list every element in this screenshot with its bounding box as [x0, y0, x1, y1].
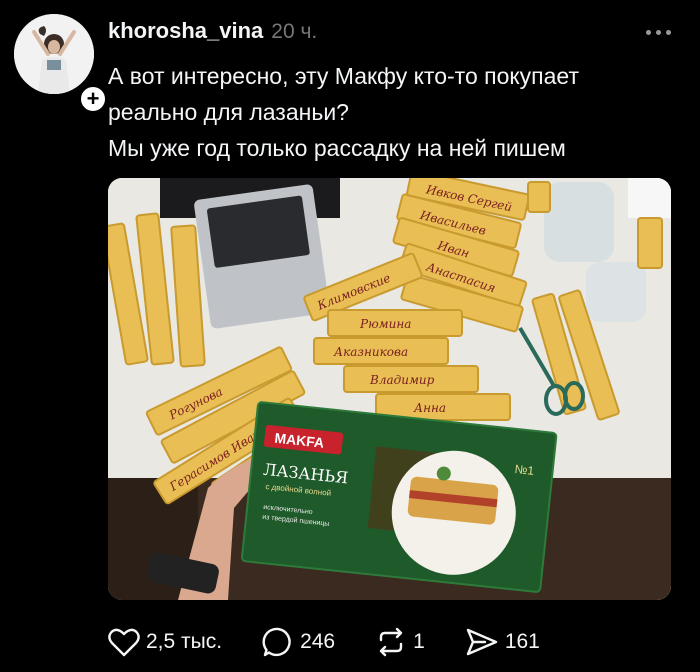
photo-label: Рюмина	[359, 317, 411, 331]
comment-button[interactable]: 246	[262, 626, 335, 658]
share-send-icon	[466, 628, 498, 656]
heart-icon	[108, 628, 140, 657]
share-count: 161	[504, 630, 540, 653]
repost-icon	[379, 627, 403, 657]
post-text-line: А вот интересно, эту Макфу кто-то покупа…	[108, 63, 579, 89]
photo-label: Анна	[413, 401, 446, 415]
comment-icon	[262, 627, 291, 657]
post-header: khorosha_vina 20 ч.	[108, 18, 317, 44]
post-text-line: реально для лазаньи?	[108, 99, 349, 125]
photo-label: Аказникова	[333, 345, 408, 359]
like-count: 2,5 тыс.	[146, 630, 223, 653]
post-actions: 2,5 тыс. 246 1 161	[108, 622, 580, 662]
avatar-picture	[14, 14, 94, 94]
comment-count: 246	[300, 630, 336, 653]
follow-plus-button[interactable]: +	[78, 84, 108, 114]
like-button[interactable]: 2,5 тыс.	[108, 627, 222, 657]
username[interactable]: khorosha_vina	[108, 18, 263, 44]
share-button[interactable]: 161	[465, 626, 540, 658]
repost-count: 1	[413, 630, 425, 653]
photo-label: Владимир	[369, 373, 435, 387]
post-time[interactable]: 20 ч.	[271, 20, 317, 44]
package-badge: №1	[514, 462, 535, 478]
post-photo-illustration: Ивков Сергей Ивасильев Иван Анастасия Кл…	[108, 178, 671, 600]
more-options-icon[interactable]	[646, 26, 676, 38]
post-text-line: Мы уже год только рассадку на ней пишем	[108, 135, 566, 161]
makfa-package: MAKFA ЛАЗАНЬЯ с двойной волной исключите…	[240, 401, 558, 593]
repost-button[interactable]: 1	[375, 626, 425, 658]
post-photo[interactable]: Ивков Сергей Ивасильев Иван Анастасия Кл…	[108, 178, 671, 600]
post-text: А вот интересно, эту Макфу кто-то покупа…	[108, 58, 688, 166]
avatar[interactable]	[14, 14, 94, 94]
avatar-container[interactable]: +	[14, 14, 108, 114]
